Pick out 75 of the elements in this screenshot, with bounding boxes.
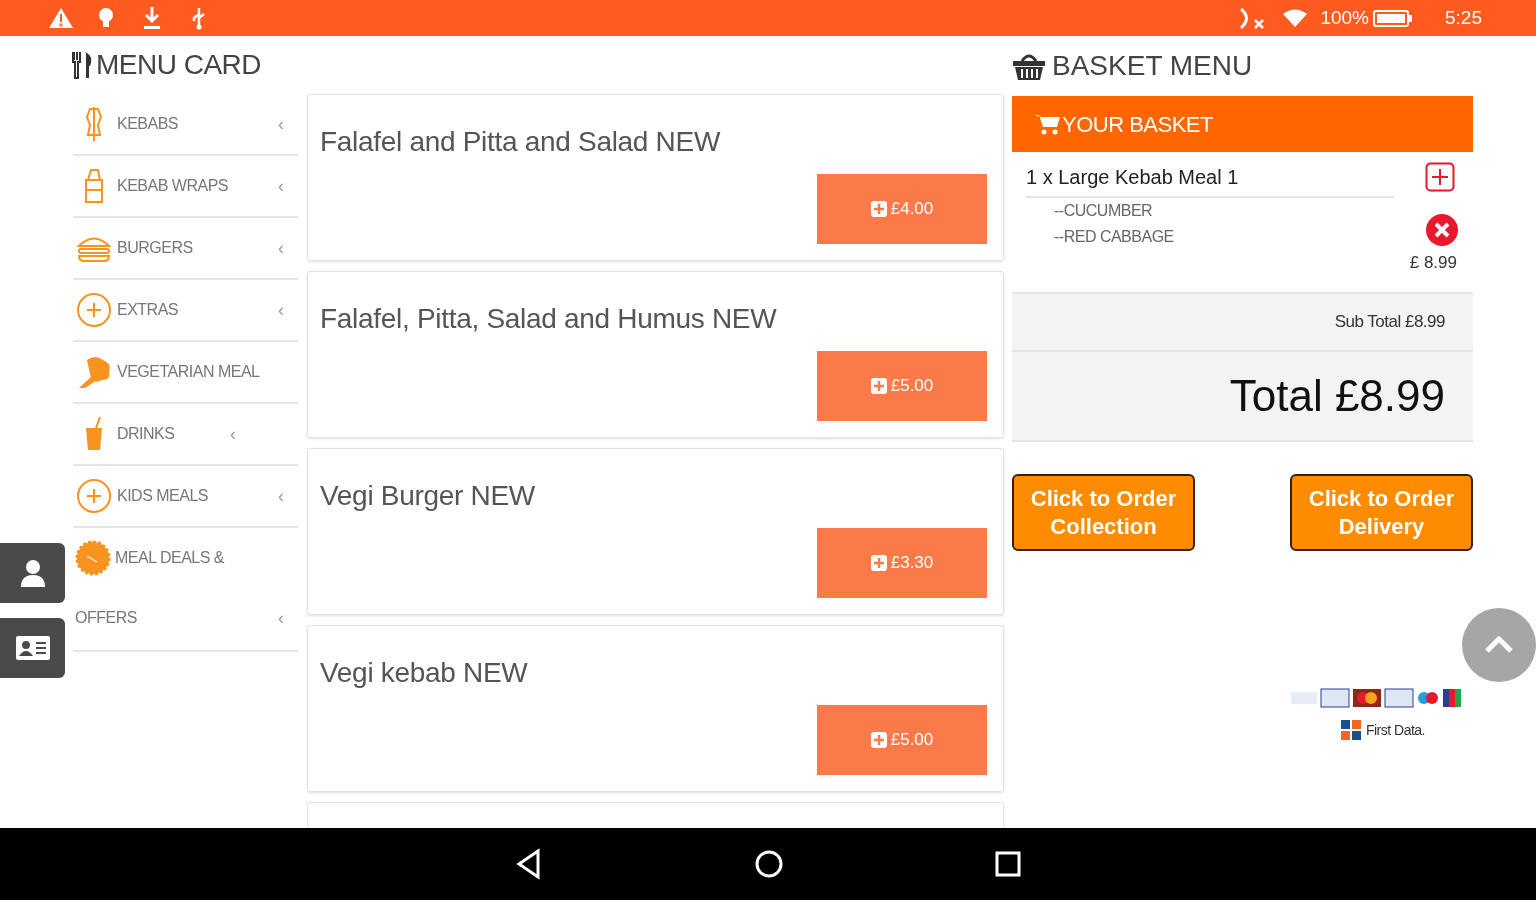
total-text: Total £8.99 (1229, 370, 1445, 422)
plus-square-icon (870, 555, 887, 571)
home-button[interactable] (754, 849, 784, 879)
wrap-icon (82, 168, 106, 204)
chevron-up-icon (1484, 636, 1514, 654)
basket-item-title: 1 x Large Kebab Meal 1 (1026, 162, 1394, 198)
chevron-icon: ‹ (278, 604, 284, 632)
basket-header-title: YOUR BASKET (1062, 110, 1213, 139)
provider-logo-icon (1339, 719, 1362, 741)
category-label: KIDS MEALS (117, 486, 209, 506)
category-label: OFFERS (75, 608, 137, 628)
battery-icon (1373, 8, 1413, 28)
category-label: DRINKS (117, 424, 175, 444)
category-item[interactable]: KEBABS ‹ (73, 94, 298, 156)
menu-item-name: Falafel and Pitta and Salad NEW (320, 125, 722, 159)
category-item[interactable]: DRINKS ‹ (73, 404, 298, 466)
chevron-icon: ‹ (230, 420, 236, 448)
category-item[interactable]: VEGETARIAN MEAL (73, 342, 298, 404)
chevron-icon: ‹ (278, 482, 284, 510)
add-price-button[interactable]: £3.30 (817, 528, 987, 598)
category-label: KEBABS (117, 114, 179, 134)
warning-icon (48, 7, 74, 29)
order-button[interactable]: Click to Order Delivery (1290, 474, 1473, 551)
account-button[interactable] (0, 543, 65, 603)
basket-item-option: --RED CABBAGE (1054, 224, 1410, 250)
menu-item-name: Vegi Burger NEW (320, 479, 536, 513)
category-label: EXTRAS (117, 300, 178, 320)
subtotal-text: Sub Total £8.99 (1334, 311, 1445, 334)
plus-square-icon (870, 201, 887, 217)
category-label: MEAL DEALS & (115, 548, 224, 568)
wifi-icon (1282, 8, 1309, 28)
add-price-button[interactable]: £5.00 (817, 351, 987, 421)
category-label: KEBAB WRAPS (117, 176, 228, 196)
lightbulb-icon (96, 6, 116, 30)
person-icon (19, 559, 46, 587)
basket-item-option: --CUCUMBER (1054, 198, 1410, 224)
category-label: BURGERS (117, 238, 193, 258)
basket-menu-title: BASKET MENU (1052, 49, 1253, 83)
category-label: VEGETARIAN MEAL (117, 362, 260, 382)
recents-button[interactable] (994, 850, 1022, 878)
plus-square-icon (1425, 162, 1455, 192)
close-icon (1426, 214, 1458, 246)
clock: 5:25 (1445, 5, 1482, 30)
payment-provider-name: First Data. (1365, 720, 1425, 740)
category-item[interactable]: KEBAB WRAPS ‹ (73, 156, 298, 218)
recents-icon (994, 850, 1022, 878)
add-button[interactable] (1425, 162, 1455, 192)
menu-item-name: Vegi kebab NEW (320, 656, 529, 690)
plus-square-icon (870, 732, 887, 748)
download-icon (142, 6, 162, 30)
menu-card-title: MENU CARD (96, 48, 262, 82)
plus-circle-icon (76, 292, 112, 328)
chevron-icon: ‹ (278, 172, 284, 200)
home-icon (754, 849, 784, 879)
chevron-icon: ‹ (278, 234, 284, 262)
category-item[interactable]: MEAL DEALS & OFFERS ‹ (73, 528, 298, 652)
plus-circle-icon (76, 478, 112, 514)
category-item[interactable]: KIDS MEALS ‹ (73, 466, 298, 528)
category-item[interactable]: BURGERS ‹ (73, 218, 298, 280)
remove-button[interactable] (1426, 214, 1458, 246)
basket-item-price: £ 8.99 (1409, 252, 1457, 274)
order-button[interactable]: Click to Order Collection (1012, 474, 1195, 551)
chevron-icon: ‹ (278, 110, 284, 138)
category-item[interactable]: EXTRAS ‹ (73, 280, 298, 342)
battery-percentage: 100% (1320, 5, 1369, 30)
menu-item-name: Falafel, Pitta, Salad and Humus NEW (320, 302, 778, 336)
add-price-button[interactable]: £5.00 (817, 705, 987, 775)
chevron-icon: ‹ (278, 296, 284, 324)
contact-card-button[interactable] (0, 618, 65, 678)
add-price-button[interactable]: £4.00 (817, 174, 987, 244)
payment-cards-icon (1291, 687, 1461, 709)
plus-square-icon (870, 378, 887, 394)
contact-card-icon (15, 636, 50, 660)
cart-icon (1034, 113, 1060, 135)
discount-badge-icon (75, 540, 111, 576)
